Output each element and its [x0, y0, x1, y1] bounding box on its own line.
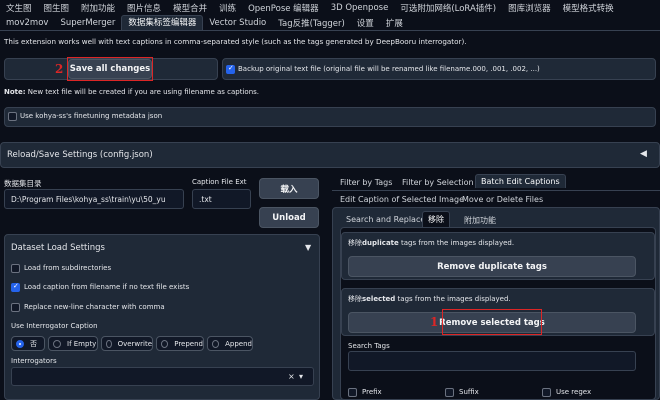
- collapse-left-icon[interactable]: ◀: [640, 149, 647, 159]
- tab-checkpoint-merger[interactable]: 模型合并: [167, 2, 213, 14]
- tab-remove[interactable]: 移除: [422, 211, 450, 227]
- main-tabs-row2: mov2mov SuperMerger 数据集标签编辑器 Vector Stud…: [0, 15, 409, 30]
- annotation-box-2: [67, 57, 153, 81]
- tab-edit-caption-selected[interactable]: Edit Caption of Selected Image: [340, 195, 464, 204]
- search-tags-input[interactable]: [348, 351, 636, 371]
- annotation-box-1: [442, 309, 542, 335]
- remove-sel-suffix: tags from the images displayed.: [395, 295, 511, 303]
- radio-no[interactable]: 否: [11, 336, 45, 351]
- dataset-dir-label: 数据集目录: [4, 179, 42, 188]
- remove-duplicate-button[interactable]: Remove duplicate tags: [348, 256, 636, 277]
- tab-settings[interactable]: 设置: [351, 17, 380, 29]
- tab-supermerger[interactable]: SuperMerger: [54, 18, 121, 28]
- note-bold: Note:: [4, 88, 26, 96]
- radio-no-label: 否: [30, 339, 37, 348]
- radio-overwrite-label: Overwrite: [117, 339, 152, 348]
- radio-dot-selected-icon: [16, 339, 24, 348]
- tab-tagger[interactable]: Tag反推(Tagger): [272, 17, 351, 29]
- tab-search-replace[interactable]: Search and Replace: [346, 215, 425, 224]
- backup-checkbox[interactable]: [226, 64, 235, 74]
- tab-image-browser[interactable]: 图库浏览器: [502, 2, 557, 14]
- remove-sel-prefix: 移除: [348, 295, 362, 303]
- tab-filter-by-selection[interactable]: Filter by Selection: [402, 178, 474, 187]
- tab-move-delete-files[interactable]: Move or Delete Files: [462, 195, 543, 204]
- radio-prepend-label: Prepend: [174, 339, 203, 348]
- kohya-checkbox[interactable]: [8, 112, 17, 121]
- tab-openpose-editor[interactable]: OpenPose 编辑器: [242, 2, 325, 14]
- interrogator-caption-label: Use Interrogator Caption: [11, 322, 98, 330]
- tab-filter-by-tags[interactable]: Filter by Tags: [340, 178, 392, 187]
- tab-dataset-tag-editor[interactable]: 数据集标签编辑器: [121, 15, 204, 30]
- note-text: Note: New text file will be created if y…: [4, 88, 259, 96]
- radio-dot-icon: [161, 339, 169, 348]
- tab-mov2mov[interactable]: mov2mov: [0, 18, 54, 28]
- load-caption-label: Load caption from filename if no text fi…: [24, 283, 190, 291]
- remove-duplicate-desc: 移除duplicate tags from the images display…: [348, 238, 514, 248]
- prefix-checkbox[interactable]: [348, 388, 357, 397]
- load-button[interactable]: 载入: [259, 178, 319, 199]
- replace-newline-checkbox[interactable]: [11, 303, 20, 312]
- radio-if-empty[interactable]: If Empty: [48, 336, 98, 351]
- remove-selected-desc: 移除selected tags from the images displaye…: [348, 294, 511, 304]
- note-body: New text file will be created if you are…: [25, 88, 260, 96]
- replace-newline-label: Replace new-line character with comma: [24, 303, 165, 311]
- radio-dot-icon: [106, 339, 112, 348]
- tab-txt2img[interactable]: 文生图: [0, 2, 38, 14]
- intro-text: This extension works well with text capt…: [4, 37, 467, 46]
- annotation-number-1: 1: [430, 315, 439, 329]
- prefix-label: Prefix: [362, 388, 382, 396]
- load-caption-checkbox[interactable]: [11, 282, 20, 292]
- radio-dot-icon: [53, 339, 61, 348]
- dropdown-arrow-icon[interactable]: ▾: [299, 372, 303, 381]
- interrogators-dropdown[interactable]: [11, 367, 314, 386]
- radio-if-empty-label: If Empty: [67, 339, 97, 348]
- tab-img2img[interactable]: 图生图: [38, 2, 76, 14]
- tab-extras-sub[interactable]: 附加功能: [464, 215, 496, 226]
- regex-checkbox[interactable]: [542, 388, 551, 397]
- search-tags-label: Search Tags: [348, 342, 390, 350]
- caption-ext-input[interactable]: .txt: [192, 189, 251, 209]
- load-subdirs-checkbox[interactable]: [11, 264, 20, 273]
- tab-model-converter[interactable]: 模型格式转换: [557, 2, 620, 14]
- remove-dup-bold: duplicate: [362, 239, 399, 247]
- load-subdirs-label: Load from subdirectories: [24, 264, 112, 272]
- tab-3d-openpose[interactable]: 3D Openpose: [325, 3, 395, 13]
- right-tab-divider: [332, 190, 660, 191]
- main-tabs-row1: 文生图 图生图 附加功能 图片信息 模型合并 训练 OpenPose 编辑器 3…: [0, 0, 620, 15]
- remove-dup-prefix: 移除: [348, 239, 362, 247]
- radio-append-label: Append: [225, 339, 252, 348]
- unload-button[interactable]: Unload: [259, 207, 319, 228]
- remove-dup-suffix: tags from the images displayed.: [398, 239, 515, 247]
- dataset-load-settings-title: Dataset Load Settings: [11, 243, 105, 253]
- tab-additional-networks[interactable]: 可选附加网络(LoRA插件): [394, 2, 502, 14]
- tab-png-info[interactable]: 图片信息: [121, 2, 167, 14]
- annotation-number-2: 2: [55, 62, 64, 76]
- tab-vector-studio[interactable]: Vector Studio: [203, 18, 272, 28]
- tab-train[interactable]: 训练: [213, 2, 242, 14]
- collapse-down-icon[interactable]: ▼: [305, 243, 311, 252]
- kohya-label: Use kohya-ss's finetuning metadata json: [20, 112, 163, 120]
- dataset-dir-input[interactable]: D:\Program Files\kohya_ss\train\yu\50_yu: [4, 189, 184, 209]
- radio-overwrite[interactable]: Overwrite: [101, 336, 153, 351]
- radio-dot-icon: [212, 339, 220, 348]
- tab-divider: [0, 30, 660, 31]
- interrogators-label: Interrogators: [11, 357, 57, 365]
- reload-save-title: Reload/Save Settings (config.json): [7, 150, 153, 160]
- tab-extensions[interactable]: 扩展: [380, 17, 409, 29]
- remove-sel-bold: selected: [362, 295, 396, 303]
- radio-append[interactable]: Append: [207, 336, 253, 351]
- caption-ext-label: Caption File Ext: [192, 178, 247, 186]
- regex-label: Use regex: [556, 388, 592, 396]
- tab-extras[interactable]: 附加功能: [75, 2, 121, 14]
- suffix-label: Suffix: [459, 388, 479, 396]
- radio-prepend[interactable]: Prepend: [156, 336, 204, 351]
- backup-label: Backup original text file (original file…: [238, 65, 540, 73]
- clear-icon[interactable]: ×: [288, 372, 295, 381]
- suffix-checkbox[interactable]: [445, 388, 454, 397]
- tab-batch-edit-captions[interactable]: Batch Edit Captions: [475, 174, 566, 188]
